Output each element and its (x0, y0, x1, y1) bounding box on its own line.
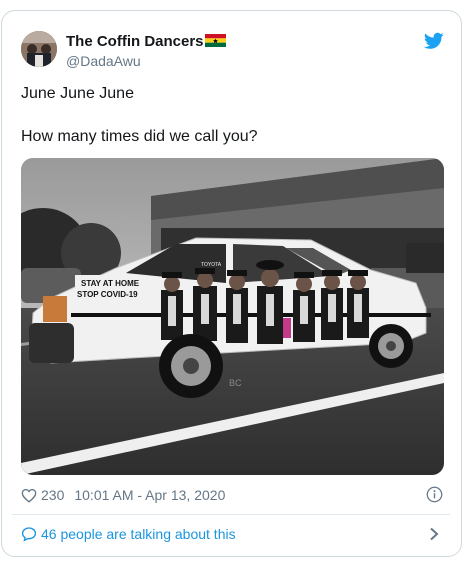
heart-icon[interactable] (21, 488, 37, 503)
tweet-timestamp[interactable]: 10:01 AM - Apr 13, 2020 (74, 487, 225, 503)
display-name-text[interactable]: The Coffin Dancers (66, 33, 204, 50)
avatar[interactable] (21, 31, 57, 67)
ghana-flag-icon (204, 34, 226, 47)
photo-watermark: BC (229, 378, 242, 388)
car-sign-line-1: STAY AT HOME (81, 279, 140, 288)
user-handle[interactable]: @DadaAwu (66, 53, 141, 69)
tweet-meta: 230 10:01 AM - Apr 13, 2020 (21, 486, 225, 504)
tweet-photo[interactable]: STAY AT HOME STOP COVID-19 TOYOTA BC (21, 158, 444, 475)
tweet-text-line-1: June June June (21, 85, 134, 102)
info-icon[interactable] (426, 486, 443, 503)
car-door-text: TOYOTA (201, 262, 222, 268)
car-sign-line-2: STOP COVID-19 (77, 290, 138, 299)
conversation-link[interactable]: 46 people are talking about this (21, 524, 236, 544)
like-count[interactable]: 230 (41, 487, 64, 503)
tweet-text-line-2: How many times did we call you? (21, 128, 258, 145)
display-name[interactable]: The Coffin Dancers (66, 33, 226, 51)
chevron-right-icon[interactable] (429, 527, 439, 541)
divider (12, 514, 450, 515)
twitter-bird-icon[interactable] (424, 32, 444, 50)
speech-bubble-icon (21, 527, 37, 542)
conversation-text[interactable]: 46 people are talking about this (41, 526, 236, 542)
